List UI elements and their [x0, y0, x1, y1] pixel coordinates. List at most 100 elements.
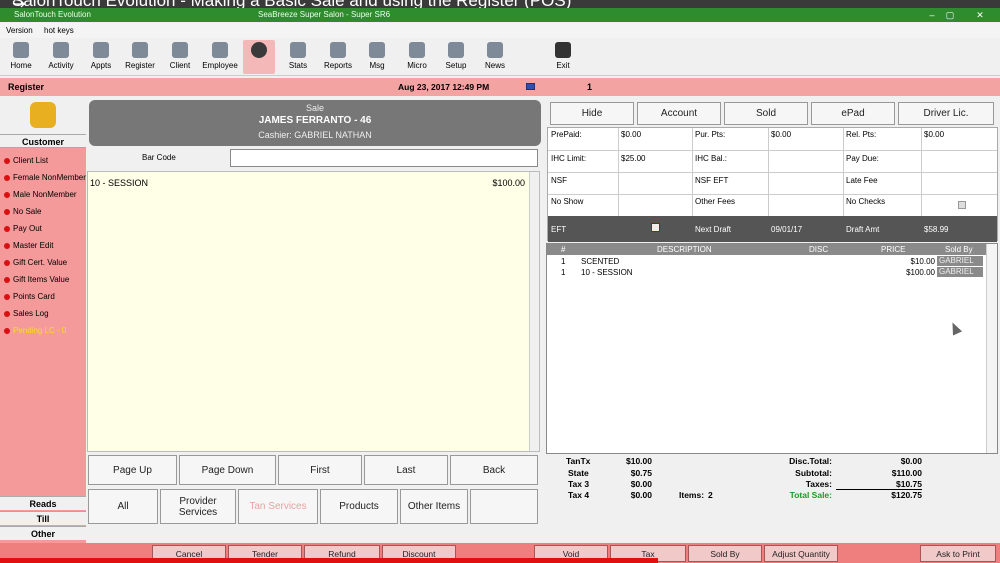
- toolbar-appts[interactable]: Appts: [86, 40, 116, 74]
- window-titlebar: SalonTouch Evolution SeaBreeze Super Sal…: [0, 8, 1000, 22]
- hide-button[interactable]: Hide: [550, 102, 634, 125]
- toolbar-activity[interactable]: Activity: [44, 40, 78, 74]
- bullet-icon: [4, 243, 10, 249]
- toolbar-reports[interactable]: Reports: [322, 40, 354, 74]
- category-all-button[interactable]: All: [88, 489, 158, 524]
- rel-pts-label: Rel. Pts:: [846, 130, 877, 139]
- toolbar-active-user[interactable]: [243, 40, 275, 74]
- eft-row: EFT Next Draft 09/01/17 Draft Amt $58.99: [548, 216, 997, 242]
- pay-due-label: Pay Due:: [846, 154, 879, 163]
- section-other[interactable]: Other: [0, 526, 86, 540]
- back-button[interactable]: Back: [450, 455, 538, 485]
- bullet-icon: [4, 209, 10, 215]
- items-count: 2: [708, 490, 713, 500]
- last-button[interactable]: Last: [364, 455, 448, 485]
- grid-scrollbar[interactable]: [986, 244, 997, 453]
- grid-header: # DESCRIPTION DISC PRICE Sold By: [547, 244, 987, 255]
- menu-version[interactable]: Version: [6, 26, 33, 35]
- toolbar-exit[interactable]: Exit: [551, 40, 575, 74]
- first-button[interactable]: First: [278, 455, 362, 485]
- register-bar: Register Aug 23, 2017 12:49 PM 1: [0, 78, 1000, 96]
- home-icon: [13, 42, 29, 58]
- menu-hot-keys[interactable]: hot keys: [44, 26, 74, 35]
- micro-icon: [409, 42, 425, 58]
- grid-row[interactable]: 1 10 - SESSION $100.00 GABRIEL: [547, 267, 987, 278]
- account-button[interactable]: Account: [637, 102, 721, 125]
- section-till[interactable]: Till: [0, 511, 86, 525]
- sold-by-button[interactable]: Sold By: [688, 545, 762, 562]
- sold-button[interactable]: Sold: [724, 102, 808, 125]
- toolbar-home[interactable]: Home: [6, 40, 36, 74]
- left-item-pay-out[interactable]: Pay Out: [4, 224, 42, 233]
- driver-lic-button[interactable]: Driver Lic.: [898, 102, 994, 125]
- category-products-button[interactable]: Products: [320, 489, 398, 524]
- bullet-icon: [4, 328, 10, 334]
- epad-button[interactable]: ePad: [811, 102, 895, 125]
- ihc-bal-label: IHC Bal.:: [695, 154, 728, 163]
- state-label: State: [568, 468, 589, 478]
- customer-header[interactable]: Customer: [0, 134, 86, 148]
- draft-amt-value: $58.99: [924, 225, 949, 234]
- toolbar-stats[interactable]: Stats: [284, 40, 312, 74]
- sale-item-list[interactable]: 10 - SESSION $100.00: [87, 171, 540, 452]
- coins-icon[interactable]: [30, 102, 56, 128]
- left-item-female-nonmember[interactable]: Female NonMember: [4, 173, 86, 182]
- left-item-male-nonmember[interactable]: Male NonMember: [4, 190, 77, 199]
- left-item-gift-items-value[interactable]: Gift Items Value: [4, 275, 69, 284]
- bullet-icon: [4, 226, 10, 232]
- toolbar-micro[interactable]: Micro: [403, 40, 431, 74]
- left-item-client-list[interactable]: Client List: [4, 156, 48, 165]
- section-reads[interactable]: Reads: [0, 496, 86, 510]
- toolbar: Home Activity Appts Register Client Empl…: [0, 38, 1000, 76]
- disc-total-label: Disc.Total:: [789, 456, 832, 466]
- bullet-icon: [4, 175, 10, 181]
- bullet-icon: [4, 311, 10, 317]
- grid-header-description: DESCRIPTION: [657, 245, 712, 254]
- toolbar-setup[interactable]: Setup: [442, 40, 470, 74]
- toolbar-msg[interactable]: Msg: [364, 40, 390, 74]
- toolbar-news[interactable]: News: [482, 40, 508, 74]
- items-label: Items:: [679, 490, 705, 500]
- category-blank-button[interactable]: [470, 489, 538, 524]
- left-item-master-edit[interactable]: Master Edit: [4, 241, 53, 250]
- left-item-sales-log[interactable]: Sales Log: [4, 309, 49, 318]
- barcode-input[interactable]: [230, 149, 538, 167]
- left-item-pending-lc[interactable]: Pending LC - 0: [4, 326, 66, 335]
- menu-bar: Version hot keys: [0, 23, 1000, 38]
- no-checks-checkbox[interactable]: [958, 201, 966, 209]
- sale-customer: JAMES FERRANTO - 46: [258, 115, 372, 126]
- page-up-button[interactable]: Page Up: [88, 455, 177, 485]
- other-fees-label: Other Fees: [695, 197, 736, 206]
- ask-to-print-button[interactable]: Ask to Print: [920, 545, 996, 562]
- close-button[interactable]: ✕: [966, 8, 994, 22]
- toolbar-register[interactable]: Register: [123, 40, 157, 74]
- nsf-label: NSF: [551, 176, 567, 185]
- maximize-button[interactable]: ▢: [936, 8, 964, 22]
- toolbar-client[interactable]: Client: [166, 40, 194, 74]
- category-other-items-button[interactable]: Other Items: [400, 489, 468, 524]
- tantx-label: TanTx: [566, 456, 591, 466]
- taxes-value: $10.75: [896, 479, 922, 489]
- taxes-label: Taxes:: [805, 479, 832, 489]
- prepaid-value: $0.00: [621, 130, 642, 139]
- customer-info-table: PrePaid: $0.00 Pur. Pts: $0.00 Rel. Pts:…: [547, 127, 998, 242]
- left-item-points-card[interactable]: Points Card: [4, 292, 55, 301]
- video-progress-bar[interactable]: [0, 558, 658, 563]
- prepaid-label: PrePaid:: [551, 130, 582, 139]
- grid-row[interactable]: 1 SCENTED $10.00 GABRIEL: [547, 256, 987, 267]
- no-checks-label: No Checks: [846, 197, 886, 206]
- toolbar-employee[interactable]: Employee: [201, 40, 239, 74]
- employee-icon: [212, 42, 228, 58]
- page-down-button[interactable]: Page Down: [179, 455, 276, 485]
- category-tan-services-button[interactable]: Tan Services: [238, 489, 318, 524]
- bullet-icon: [4, 192, 10, 198]
- sale-items-grid[interactable]: # DESCRIPTION DISC PRICE Sold By 1 SCENT…: [546, 243, 998, 454]
- eft-checkbox[interactable]: [651, 223, 660, 232]
- category-provider-services-button[interactable]: Provider Services: [160, 489, 236, 524]
- left-item-gift-cert-value[interactable]: Gift Cert. Value: [4, 258, 67, 267]
- customer-icon-area: [0, 98, 86, 134]
- left-item-no-sale[interactable]: No Sale: [4, 207, 41, 216]
- adjust-quantity-button[interactable]: Adjust Quantity: [764, 545, 838, 562]
- keyboard-icon[interactable]: [526, 83, 535, 90]
- sale-list-scrollbar[interactable]: [529, 172, 539, 451]
